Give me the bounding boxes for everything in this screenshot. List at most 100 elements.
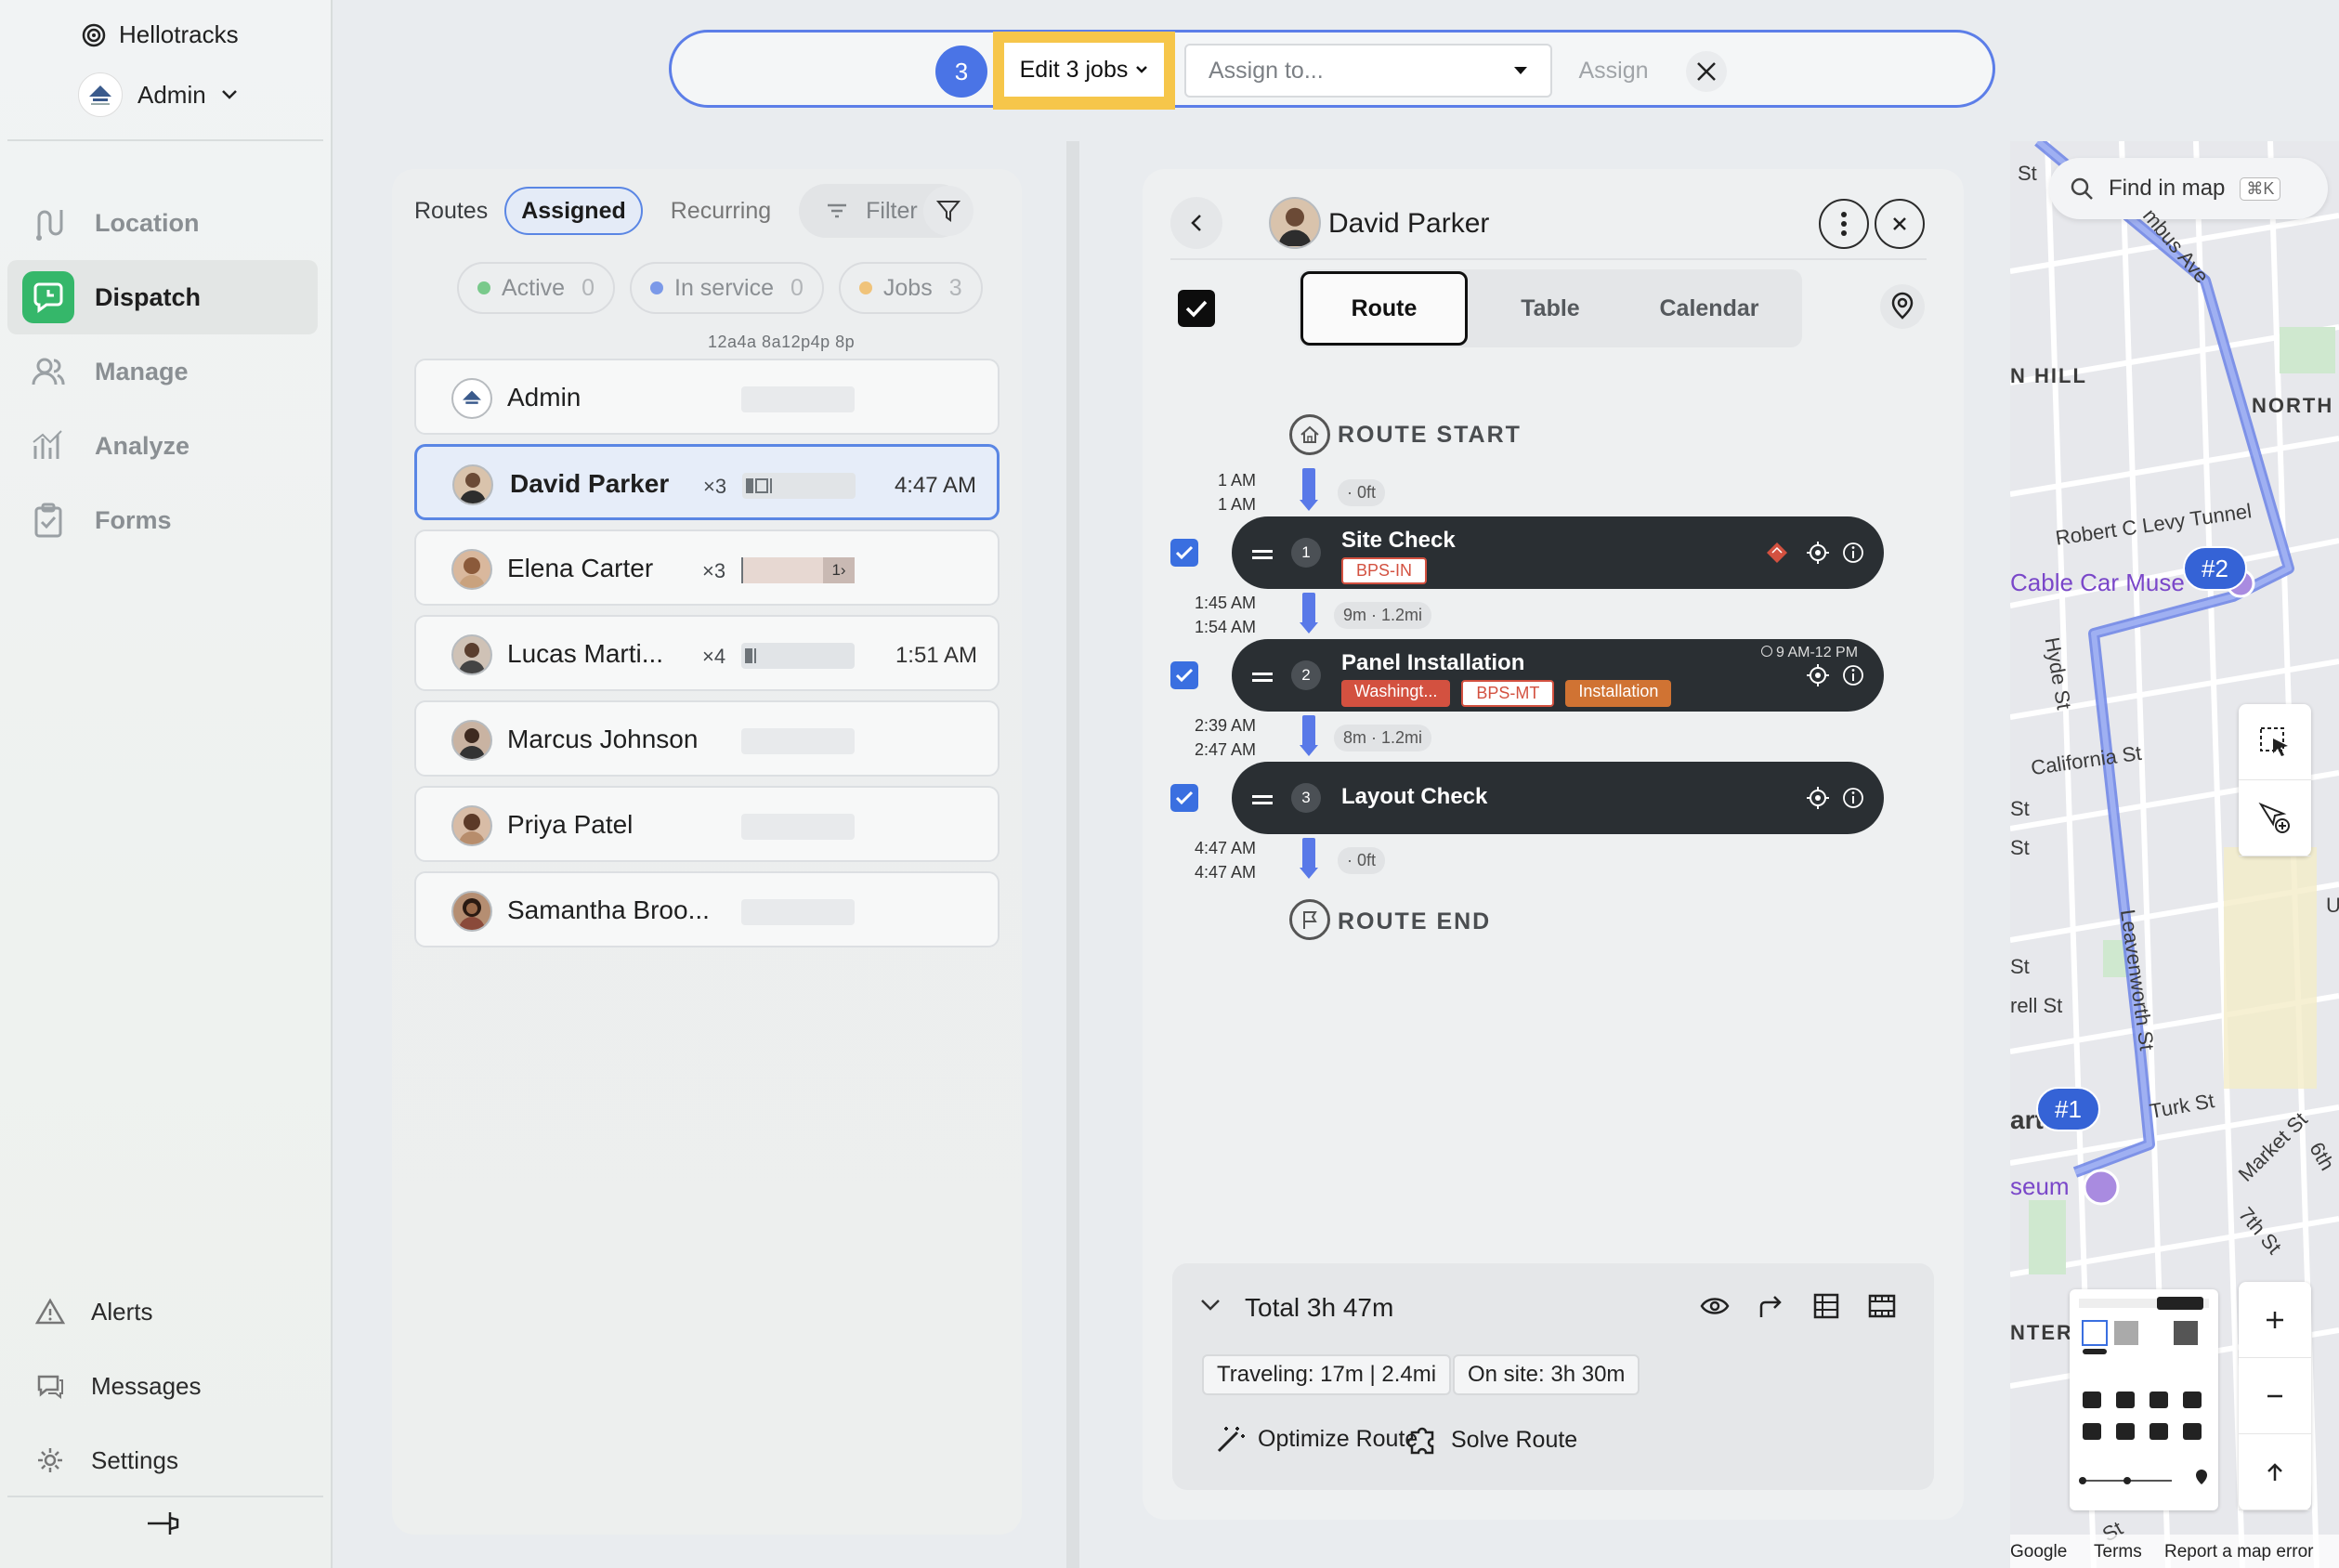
turn-right-icon[interactable]: [1756, 1291, 1785, 1321]
driver-row-lucas-marti[interactable]: Lucas Marti... ×4 1:51 AM: [414, 615, 1000, 691]
driver-row-priya-patel[interactable]: Priya Patel: [414, 786, 1000, 862]
tab-recurring[interactable]: Recurring: [656, 187, 786, 235]
map-marker-stop-2[interactable]: #2: [2183, 546, 2247, 591]
solve-route-label: Solve Route: [1451, 1426, 1578, 1453]
status-count: 3: [948, 274, 962, 301]
tab-assigned[interactable]: Assigned: [504, 187, 643, 235]
zoom-out-button[interactable]: [2239, 1358, 2311, 1434]
eye-icon[interactable]: [1700, 1291, 1730, 1321]
driver-name: David Parker: [510, 469, 670, 498]
job-order-number: 2: [1291, 660, 1321, 690]
tab-table[interactable]: Table: [1481, 269, 1620, 347]
close-panel-button[interactable]: [1875, 199, 1925, 249]
status-active-pill[interactable]: Active 0: [457, 262, 615, 314]
select-all-checkbox[interactable]: [1178, 290, 1215, 327]
job-checkbox[interactable]: [1170, 784, 1198, 812]
info-icon[interactable]: [1841, 663, 1865, 687]
nav-item-forms[interactable]: Forms: [7, 483, 318, 557]
driver-row-marcus-johnson[interactable]: Marcus Johnson: [414, 700, 1000, 777]
select-cursor-icon: [2260, 726, 2288, 756]
brand[interactable]: Hellotracks: [82, 20, 239, 49]
drag-handle-icon[interactable]: [1252, 673, 1273, 675]
reset-north-button[interactable]: [2239, 1434, 2311, 1510]
map-marker-stop-1[interactable]: #1: [2036, 1087, 2100, 1131]
route-icon: [22, 197, 74, 249]
locate-icon[interactable]: [1806, 663, 1830, 687]
nav-item-dispatch[interactable]: Dispatch: [7, 260, 318, 334]
zoom-in-button[interactable]: [2239, 1282, 2311, 1358]
job-card-site-check[interactable]: 1 Site Check BPS-IN: [1232, 516, 1884, 589]
driver-row-david-parker[interactable]: David Parker ×3 4:47 AM: [414, 444, 1000, 520]
status-in-service-pill[interactable]: In service 0: [630, 262, 824, 314]
check-icon: [1175, 791, 1194, 805]
tab-route[interactable]: Route: [1300, 271, 1468, 346]
map-area-label: NTER: [2010, 1321, 2073, 1344]
add-to-selection-button[interactable]: [2239, 780, 2311, 856]
flag-icon: [1289, 899, 1330, 940]
route-connector: [1300, 715, 1318, 756]
map-focus-button[interactable]: [1880, 284, 1925, 329]
edit-jobs-button[interactable]: Edit 3 jobs: [1004, 43, 1164, 97]
driver-row-admin[interactable]: Admin: [414, 359, 1000, 435]
report-map-error-link[interactable]: Report a map error: [2164, 1542, 2314, 1562]
nav-label: Location: [95, 208, 200, 237]
film-icon[interactable]: [1867, 1291, 1897, 1321]
route-end-label: ROUTE END: [1338, 908, 1492, 934]
optimize-route-button[interactable]: Optimize Route: [1215, 1423, 1418, 1455]
info-icon[interactable]: [1841, 541, 1865, 565]
job-card-panel-installation[interactable]: 2 Panel Installation 9 AM-12 PM Washingt…: [1232, 639, 1884, 712]
driver-row-elena-carter[interactable]: Elena Carter ×3 1›: [414, 529, 1000, 606]
map-terms-link[interactable]: Terms: [2094, 1542, 2142, 1562]
main-nav: Location Dispatch Manage Analyze Forms: [7, 186, 318, 557]
gear-icon: [38, 1448, 62, 1472]
tab-calendar[interactable]: Calendar: [1626, 269, 1793, 347]
timeline-segment: [746, 478, 753, 493]
assign-button[interactable]: Assign: [1562, 44, 1666, 98]
status-label: In service: [674, 274, 774, 301]
more-options-button[interactable]: [1819, 199, 1869, 249]
nav-item-alerts[interactable]: Alerts: [7, 1274, 318, 1349]
close-bulk-edit-button[interactable]: [1686, 51, 1727, 92]
map-layers-preview[interactable]: [2070, 1289, 2218, 1510]
locate-icon[interactable]: [1806, 786, 1830, 810]
drag-handle-icon[interactable]: [1252, 795, 1273, 798]
route-total: Total 3h 47m: [1245, 1293, 1394, 1322]
leg-time-arrive: 1:45 AM: [1194, 594, 1256, 612]
info-icon[interactable]: [1841, 786, 1865, 810]
assign-to-select[interactable]: Assign to...: [1184, 44, 1552, 98]
select-area-button[interactable]: [2239, 704, 2311, 780]
arrow-up-icon: [2267, 1462, 2282, 1481]
funnel-filter-button[interactable]: [923, 186, 974, 236]
panel-resize-handle[interactable]: [1066, 141, 1079, 1568]
summary-actions: [1700, 1291, 1897, 1321]
plus-icon: [2267, 1311, 2283, 1328]
route-connector: [1300, 468, 1318, 511]
org-switcher[interactable]: Admin: [78, 72, 238, 117]
back-button[interactable]: [1170, 197, 1222, 249]
person-avatar-icon: [1278, 207, 1312, 246]
nav-item-settings[interactable]: Settings: [7, 1423, 318, 1497]
job-checkbox[interactable]: [1170, 661, 1198, 689]
driver-name: Admin: [507, 383, 581, 412]
pin-sidebar-icon[interactable]: [144, 1507, 181, 1540]
nav-item-messages[interactable]: Messages: [7, 1349, 318, 1423]
sidebar: Hellotracks Admin Location Dispatch Mana…: [0, 0, 333, 1568]
table-icon[interactable]: [1811, 1291, 1841, 1321]
puzzle-icon: [1406, 1427, 1434, 1455]
nav-item-analyze[interactable]: Analyze: [7, 409, 318, 483]
nav-item-location[interactable]: Location: [7, 186, 318, 260]
magic-wand-icon: [1217, 1427, 1245, 1453]
status-jobs-pill[interactable]: Jobs 3: [838, 262, 983, 314]
find-in-map-search[interactable]: Find in map ⌘K: [2049, 158, 2328, 219]
nav-item-manage[interactable]: Manage: [7, 334, 318, 409]
status-dot: [858, 281, 872, 294]
locate-icon[interactable]: [1806, 541, 1830, 565]
job-card-layout-check[interactable]: 3 Layout Check: [1232, 762, 1884, 834]
drag-handle-icon[interactable]: [1252, 550, 1273, 553]
tab-routes[interactable]: Routes: [414, 198, 488, 225]
solve-route-button[interactable]: Solve Route: [1406, 1423, 1577, 1457]
chevron-down-icon[interactable]: [1200, 1299, 1221, 1312]
job-checkbox[interactable]: [1170, 539, 1198, 567]
map-view[interactable]: Find in map ⌘K St mbus Ave N HILL NORTH …: [2010, 141, 2339, 1568]
driver-row-samantha-broo[interactable]: Samantha Broo...: [414, 871, 1000, 947]
